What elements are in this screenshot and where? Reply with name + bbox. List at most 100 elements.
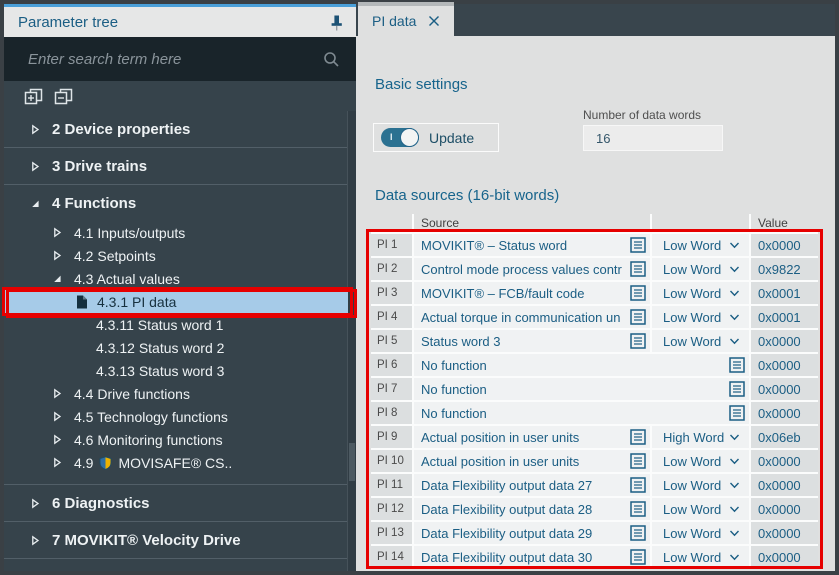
- source-text: MOVIKIT® – Status word: [421, 238, 627, 253]
- pi-label-pi-1: PI 1: [371, 234, 412, 256]
- word-select-pi-13[interactable]: Low Word: [652, 522, 749, 544]
- tree-item-4-3-1-pi-data[interactable]: 4.3.1 PI data: [4, 290, 348, 313]
- toggle-switch-on[interactable]: I: [381, 128, 419, 147]
- update-toggle[interactable]: I Update: [373, 123, 499, 152]
- tree-item-3-drive-trains[interactable]: 3 Drive trains: [4, 148, 348, 184]
- word-select-pi-2[interactable]: Low Word: [652, 258, 749, 280]
- tree-item-4-6-monitoring-functions[interactable]: 4.6 Monitoring functions: [4, 428, 348, 451]
- toggle-knob: [400, 128, 419, 147]
- source-picker-icon[interactable]: [630, 429, 646, 445]
- source-cell-pi-4[interactable]: Actual torque in communication un: [414, 306, 650, 328]
- chevron-collapsed-icon[interactable]: [30, 124, 44, 135]
- tree-item-4-3-12-status-word-2[interactable]: 4.3.12 Status word 2: [4, 336, 348, 359]
- tree-item-label: 7 MOVIKIT® Velocity Drive: [52, 532, 241, 549]
- source-cell-pi-5[interactable]: Status word 3: [414, 330, 650, 352]
- tree-item-4-3-11-status-word-1[interactable]: 4.3.11 Status word 1: [4, 313, 348, 336]
- chevron-collapsed-icon[interactable]: [52, 411, 66, 422]
- expand-all-icon[interactable]: [24, 88, 43, 105]
- chevron-collapsed-icon[interactable]: [52, 227, 66, 238]
- data-words-input[interactable]: [583, 125, 723, 151]
- chevron-collapsed-icon[interactable]: [52, 457, 66, 468]
- value-cell-pi-5: 0x0000: [751, 330, 818, 352]
- source-cell-pi-10[interactable]: Actual position in user units: [414, 450, 650, 472]
- source-picker-icon[interactable]: [630, 501, 646, 517]
- word-select-pi-12[interactable]: Low Word: [652, 498, 749, 520]
- word-select-pi-9[interactable]: High Word: [652, 426, 749, 448]
- value-cell-pi-8: 0x0000: [751, 402, 818, 424]
- source-picker-icon[interactable]: [630, 237, 646, 253]
- tree-item-4-9-movisafe-cs[interactable]: 4.9MOVISAFE® CS..: [4, 451, 348, 474]
- word-select-pi-5[interactable]: Low Word: [652, 330, 749, 352]
- tree-toolbar: [4, 81, 356, 111]
- source-picker-icon[interactable]: [630, 477, 646, 493]
- tab-pi-data[interactable]: PI data: [358, 2, 454, 36]
- tree-item-4-2-setpoints[interactable]: 4.2 Setpoints: [4, 244, 348, 267]
- pi-label-pi-14: PI 14: [371, 546, 412, 568]
- chevron-down-icon: [729, 338, 740, 345]
- source-cell-pi-12[interactable]: Data Flexibility output data 28: [414, 498, 650, 520]
- chevron-expanded-icon[interactable]: [30, 198, 44, 209]
- chevron-collapsed-icon[interactable]: [30, 535, 44, 546]
- source-cell-pi-1[interactable]: MOVIKIT® – Status word: [414, 234, 650, 256]
- source-cell-pi-3[interactable]: MOVIKIT® – FCB/fault code: [414, 282, 650, 304]
- chevron-expanded-icon[interactable]: [52, 273, 66, 284]
- word-select-pi-1[interactable]: Low Word: [652, 234, 749, 256]
- word-select-value: Low Word: [663, 334, 721, 349]
- source-picker-icon[interactable]: [630, 549, 646, 565]
- tree-item-4-4-drive-functions[interactable]: 4.4 Drive functions: [4, 382, 348, 405]
- source-picker-icon[interactable]: [630, 333, 646, 349]
- word-select-pi-11[interactable]: Low Word: [652, 474, 749, 496]
- pi-label-pi-7: PI 7: [371, 378, 412, 400]
- source-cell-pi-2[interactable]: Control mode process values contr: [414, 258, 650, 280]
- update-toggle-label: Update: [429, 130, 474, 146]
- search-input[interactable]: [4, 50, 323, 69]
- tree-item-label: 4.2 Setpoints: [74, 248, 156, 264]
- source-picker-icon[interactable]: [729, 381, 745, 397]
- tree-item-4-3-13-status-word-3[interactable]: 4.3.13 Status word 3: [4, 359, 348, 382]
- chevron-down-icon: [729, 314, 740, 321]
- source-cell-pi-13[interactable]: Data Flexibility output data 29: [414, 522, 650, 544]
- tree-item-7-movikit-velocity-drive[interactable]: 7 MOVIKIT® Velocity Drive: [4, 522, 348, 558]
- source-picker-icon[interactable]: [630, 285, 646, 301]
- source-picker-icon[interactable]: [630, 261, 646, 277]
- tree-item-4-5-technology-functions[interactable]: 4.5 Technology functions: [4, 405, 348, 428]
- source-picker-icon[interactable]: [630, 453, 646, 469]
- chevron-collapsed-icon[interactable]: [52, 388, 66, 399]
- chevron-collapsed-icon[interactable]: [30, 161, 44, 172]
- close-icon[interactable]: [428, 15, 440, 27]
- col-header-source: Source: [414, 214, 650, 232]
- source-picker-icon[interactable]: [630, 309, 646, 325]
- chevron-collapsed-icon[interactable]: [52, 434, 66, 445]
- value-cell-pi-12: 0x0000: [751, 498, 818, 520]
- pin-icon[interactable]: [329, 13, 344, 32]
- tree-item-2-device-properties[interactable]: 2 Device properties: [4, 111, 348, 147]
- source-cell-pi-11[interactable]: Data Flexibility output data 27: [414, 474, 650, 496]
- tree-item-4-3-actual-values[interactable]: 4.3 Actual values: [4, 267, 348, 290]
- chevron-collapsed-icon[interactable]: [52, 250, 66, 261]
- source-cell-pi-14[interactable]: Data Flexibility output data 30: [414, 546, 650, 568]
- source-picker-icon[interactable]: [729, 357, 745, 373]
- source-cell-pi-8[interactable]: No function: [414, 402, 749, 424]
- tree-item-4-functions[interactable]: 4 Functions: [4, 185, 348, 221]
- value-cell-pi-4: 0x0001: [751, 306, 818, 328]
- source-cell-pi-6[interactable]: No function: [414, 354, 749, 376]
- collapse-all-icon[interactable]: [54, 88, 73, 105]
- sidebar-scrollbar[interactable]: [347, 111, 356, 571]
- value-cell-pi-13: 0x0000: [751, 522, 818, 544]
- source-picker-icon[interactable]: [729, 405, 745, 421]
- tree-item-label: 4.5 Technology functions: [74, 409, 228, 425]
- tree-item-6-diagnostics[interactable]: 6 Diagnostics: [4, 485, 348, 521]
- tree-item-label: 4.3.11 Status word 1: [96, 317, 223, 333]
- chevron-collapsed-icon[interactable]: [30, 498, 44, 509]
- word-select-pi-3[interactable]: Low Word: [652, 282, 749, 304]
- scrollbar-thumb[interactable]: [349, 443, 355, 481]
- value-cell-pi-3: 0x0001: [751, 282, 818, 304]
- word-select-pi-14[interactable]: Low Word: [652, 546, 749, 568]
- word-select-pi-10[interactable]: Low Word: [652, 450, 749, 472]
- source-cell-pi-7[interactable]: No function: [414, 378, 749, 400]
- word-select-pi-4[interactable]: Low Word: [652, 306, 749, 328]
- tree-item-4-1-inputs-outputs[interactable]: 4.1 Inputs/outputs: [4, 221, 348, 244]
- source-cell-pi-9[interactable]: Actual position in user units: [414, 426, 650, 448]
- tree-separator: [4, 558, 348, 559]
- source-picker-icon[interactable]: [630, 525, 646, 541]
